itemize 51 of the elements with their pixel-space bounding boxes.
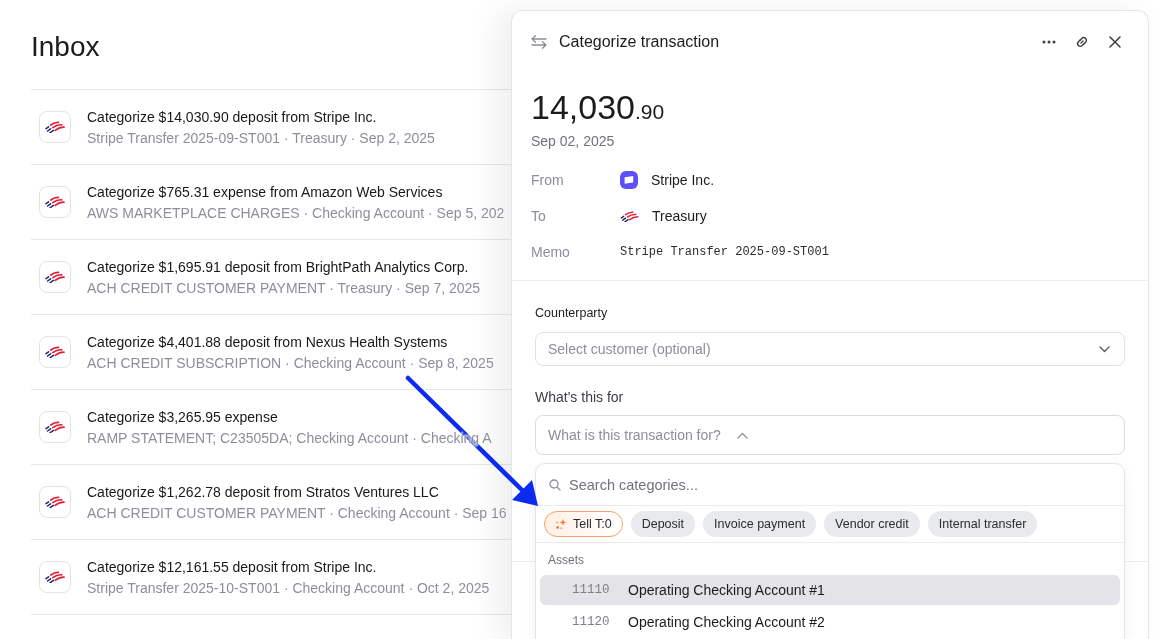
category-chip[interactable]: Internal transfer [927,511,1038,537]
category-chip[interactable]: Vendor credit [824,511,920,537]
inbox-item-subtitle: AWS MARKETPLACE CHARGES · Checking Account · Sep 5, 202 [87,203,505,223]
link-icon [1075,35,1089,49]
chevron-up-icon [736,431,748,439]
search-icon [549,478,561,491]
swap-arrows-icon [531,35,547,49]
search-field[interactable]: Search categories... [569,473,1111,496]
category-option[interactable]: 11110 Operating Checking Account #1 [540,575,1120,605]
chevron-down-icon [1099,345,1110,353]
detail-value: Treasury [652,207,707,226]
amount-cents: .90 [635,99,665,125]
inbox-item-title[interactable]: Categorize $12,161.55 deposit from Stripe Inc. [87,556,377,577]
bank-logo-icon [39,411,71,443]
inbox-item-subtitle: Stripe Transfer 2025-10-ST001 · Checking Account · Oct 2, 2025 [87,578,490,598]
page-title: Inbox [31,30,100,64]
bank-logo-icon [39,561,71,593]
bank-logo-icon [620,210,639,222]
inbox-item-subtitle: Stripe Transfer 2025-09-ST001 · Treasury · Sep 2, 2025 [87,128,435,148]
bank-logo-icon [39,486,71,518]
inbox-item-title[interactable]: Categorize $3,265.95 expense [87,406,278,427]
bank-logo-icon [39,186,71,218]
detail-label: From [531,171,564,190]
group-heading: Assets [548,552,584,568]
amount-value: 14,030 [531,87,635,128]
close-icon [1109,36,1121,48]
panel-title: Categorize transaction [559,32,720,52]
inbox-item-title[interactable]: Categorize $14,030.90 deposit from Stripe Inc. [87,106,377,127]
inbox-item-subtitle: ACH CREDIT CUSTOMER PAYMENT · Checking Account · Sep 16 [87,503,507,523]
bank-logo-icon [39,111,71,143]
detail-label: To [531,207,546,226]
inbox-item-title[interactable]: Categorize $4,401.88 deposit from Nexus Health Systems [87,331,448,352]
purpose-label: What's this for [535,388,624,407]
detail-value: Stripe Inc. [651,171,715,190]
sparkle-icon [555,518,567,530]
counterparty-label: Counterparty [535,305,608,321]
bank-logo-icon [39,336,71,368]
category-chip[interactable]: Invoice payment [703,511,817,537]
more-icon [1042,40,1056,44]
inbox-item-title[interactable]: Categorize $1,695.91 deposit from BrightPath Analytics Corp. [87,256,469,277]
detail-value: Stripe Transfer 2025-09-ST001 [620,244,829,261]
inbox-item-subtitle: ACH CREDIT CUSTOMER PAYMENT · Treasury · Sep 7, 2025 [87,278,481,298]
company-logo-icon [620,171,638,189]
category-chip[interactable]: Deposit [630,511,696,537]
inbox-item-title[interactable]: Categorize $765.31 expense from Amazon Web Services [87,181,443,202]
bank-logo-icon [39,261,71,293]
inbox-item-subtitle: ACH CREDIT SUBSCRIPTION · Checking Account · Sep 8, 2025 [87,353,494,373]
transaction-date: Sep 02, 2025 [531,132,615,151]
category-chip[interactable]: Tell T:0 [544,511,623,537]
inbox-item-title[interactable]: Categorize $1,262.78 deposit from Stratos Ventures LLC [87,481,439,502]
detail-label: Memo [531,243,570,262]
